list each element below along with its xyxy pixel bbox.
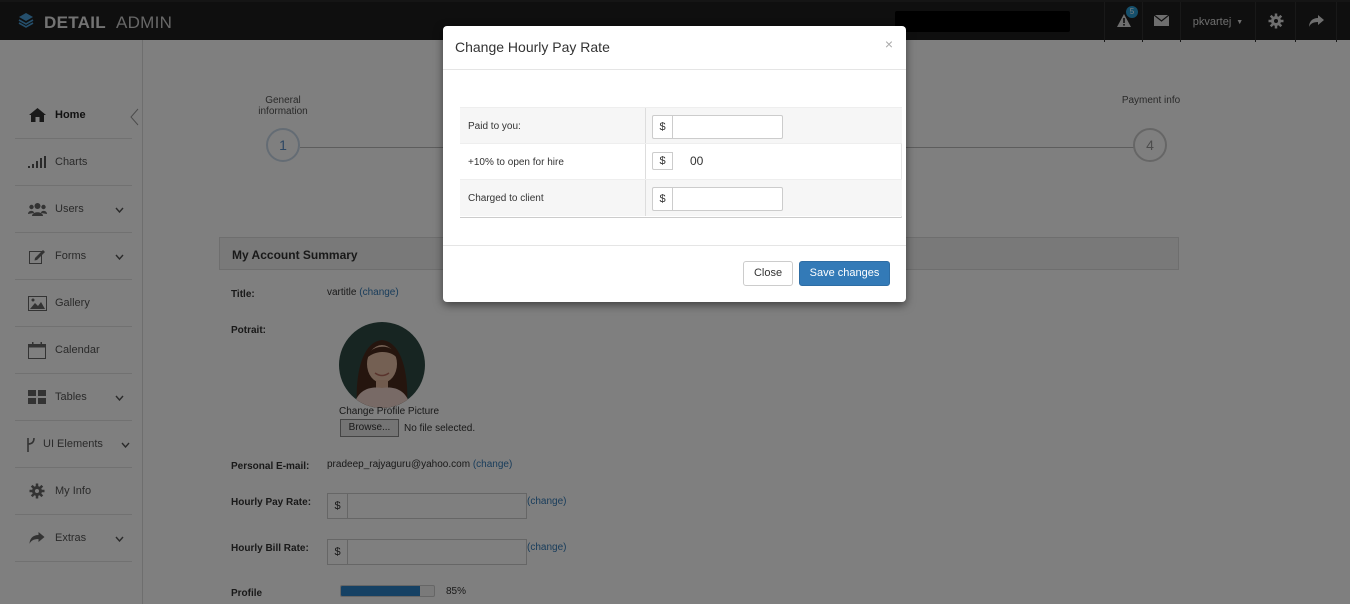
rate-row-label: +10% to open for hire	[468, 157, 564, 168]
rate-row-paid: Paid to you: $	[460, 107, 902, 144]
modal-divider	[443, 69, 906, 70]
open-for-hire-value: 00	[690, 154, 704, 168]
close-icon[interactable]: ×	[885, 36, 893, 52]
modal-footer-divider	[443, 245, 906, 246]
currency-addon: $	[652, 152, 673, 170]
currency-addon: $	[652, 115, 673, 139]
rate-row-label: Charged to client	[468, 193, 544, 204]
rate-row-open-for-hire: +10% to open for hire $ 00	[460, 143, 902, 180]
change-pay-rate-modal: Change Hourly Pay Rate × Paid to you: $ …	[443, 26, 906, 302]
rate-row-charged: Charged to client $	[460, 179, 902, 216]
rate-table: Paid to you: $ +10% to open for hire $ 0…	[460, 107, 902, 218]
currency-addon: $	[652, 187, 673, 211]
save-changes-button[interactable]: Save changes	[799, 261, 890, 286]
close-button[interactable]: Close	[743, 261, 793, 286]
column-divider	[645, 108, 646, 144]
charged-to-client-input[interactable]	[673, 187, 783, 211]
column-divider	[645, 180, 646, 216]
paid-to-you-input[interactable]	[673, 115, 783, 139]
column-divider	[645, 144, 646, 180]
modal-title: Change Hourly Pay Rate	[455, 39, 610, 55]
rate-row-label: Paid to you:	[468, 121, 521, 132]
